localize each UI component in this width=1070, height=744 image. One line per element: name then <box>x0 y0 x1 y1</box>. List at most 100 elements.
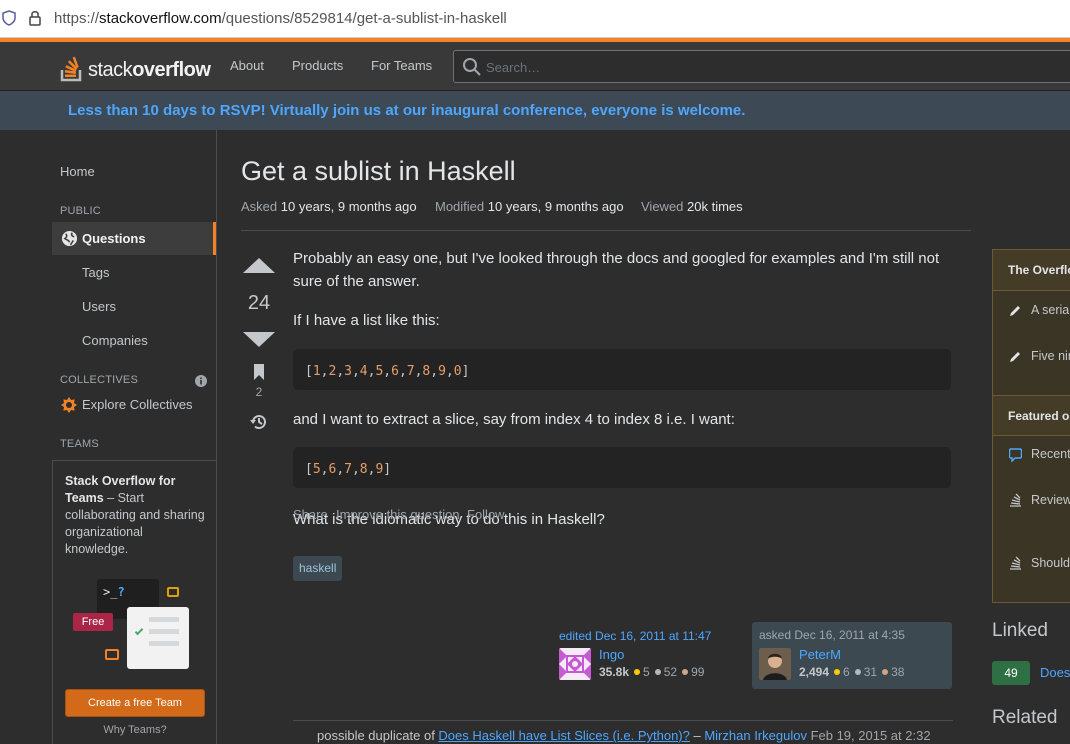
free-badge: Free <box>73 613 113 631</box>
site-logo[interactable]: stackoverflow <box>60 50 211 82</box>
asked-signature: asked Dec 16, 2011 at 4:35 PeterM 2,494 6… <box>752 622 952 689</box>
browser-url-bar[interactable]: https://stackoverflow.com/questions/8529… <box>0 0 1070 38</box>
url-text[interactable]: https://stackoverflow.com/questions/8529… <box>54 10 507 27</box>
overflow-blog-widget: The Overflow Blog A serial entrepreneur … <box>992 249 1070 603</box>
code-number: 2 <box>328 364 337 379</box>
nav-products[interactable]: Products <box>292 58 343 73</box>
nav-users[interactable]: Users <box>82 299 116 314</box>
improve-question-link[interactable]: Improve this question <box>336 507 460 522</box>
featured-item[interactable]: Recent Color Contrast Changes and Access… <box>1031 446 1070 463</box>
collectives-icon <box>61 397 77 413</box>
question-paragraph: If I have a list like this: <box>293 312 440 329</box>
avatar[interactable] <box>559 648 591 680</box>
follow-link[interactable]: Follow <box>467 507 505 522</box>
nav-explore-collectives[interactable]: Explore Collectives <box>82 397 193 412</box>
share-link[interactable]: Share <box>293 507 328 522</box>
pencil-icon <box>1010 306 1020 316</box>
linked-heading: Linked <box>992 620 1048 641</box>
stack-icon <box>1010 556 1021 570</box>
code-number: 3 <box>344 364 352 379</box>
edited-signature: edited Dec 16, 2011 at 11:47 Ingo 35.8k 5… <box>556 625 746 689</box>
info-icon[interactable] <box>195 375 207 387</box>
left-sidebar: Home PUBLIC Questions Tags Users Compani… <box>0 130 217 744</box>
chat-bubble-icon <box>1009 448 1022 462</box>
announcement-banner: Less than 10 days to RSVP! Virtually joi… <box>0 91 1070 130</box>
history-icon[interactable] <box>249 412 269 432</box>
code-number: 1 <box>312 364 321 379</box>
modified-meta: Modified 10 years, 9 months ago <box>435 199 624 214</box>
nav-for-teams[interactable]: For Teams <box>371 58 432 73</box>
teams-illustration: >_? Free <box>71 579 191 669</box>
shield-icon <box>2 10 16 26</box>
nav-about[interactable]: About <box>230 58 264 73</box>
nav-companies[interactable]: Companies <box>82 333 148 348</box>
stack-icon <box>1010 493 1021 507</box>
search-input[interactable]: Search… <box>453 50 1070 83</box>
blog-item[interactable]: Five nines of burnout <box>1031 348 1070 365</box>
code-number: 4 <box>359 364 368 379</box>
section-teams: TEAMS <box>60 438 99 450</box>
tag-haskell[interactable]: haskell <box>293 556 343 581</box>
avatar[interactable] <box>759 648 791 680</box>
create-free-team-button[interactable]: Create a free Team <box>65 689 205 717</box>
editor-name[interactable]: Ingo <box>599 647 624 662</box>
asked-date: asked Dec 16, 2011 at 4:35 <box>759 628 905 642</box>
teams-promo-text: Stack Overflow for Teams – Start collabo… <box>65 474 205 556</box>
code-number: 8 <box>422 364 431 379</box>
featured-meta-title: Featured on Meta <box>993 395 1070 436</box>
banner-link[interactable]: Less than 10 days to RSVP! Virtually joi… <box>68 102 745 119</box>
nav-tags[interactable]: Tags <box>82 265 109 280</box>
search-icon <box>463 58 481 76</box>
divider <box>241 230 971 231</box>
editor-reputation: 35.8k 5 52 99 <box>599 665 705 679</box>
stackoverflow-logo-icon <box>60 56 82 82</box>
code-number: 6 <box>391 364 399 379</box>
why-teams-link[interactable]: Why Teams? <box>53 724 217 736</box>
related-heading: Related <box>992 707 1058 728</box>
edited-date-link[interactable]: edited Dec 16, 2011 at 11:47 <box>559 629 711 643</box>
asker-name[interactable]: PeterM <box>799 647 841 662</box>
code-number: 0 <box>453 364 462 379</box>
comment: possible duplicate of Does Haskell have … <box>317 728 931 743</box>
search-placeholder: Search… <box>486 60 541 75</box>
duplicate-link[interactable]: Does Haskell have List Slices (i.e. Pyth… <box>438 728 689 743</box>
teams-promo: Stack Overflow for Teams – Start collabo… <box>52 460 216 744</box>
nav-home[interactable]: Home <box>60 164 95 179</box>
lock-icon <box>29 11 41 26</box>
overflow-blog-title: The Overflow Blog <box>993 250 1070 291</box>
downvote-icon[interactable] <box>241 331 277 349</box>
bookmark-icon[interactable] <box>253 364 265 380</box>
pencil-icon <box>1010 352 1020 362</box>
code-number: 6 <box>328 462 337 477</box>
featured-item[interactable]: Should we burninate the [choose] tag? an… <box>1031 555 1070 572</box>
code-number: 5 <box>312 462 321 477</box>
code-block: [5,6,7,8,9] <box>293 447 951 488</box>
question-paragraph: Probably an easy one, but I've looked th… <box>293 250 940 290</box>
nav-questions-label: Questions <box>82 231 146 246</box>
question-title[interactable]: Get a sublist in Haskell <box>241 156 516 187</box>
linked-score-badge: 49 <box>992 661 1030 685</box>
linked-question-link[interactable]: Does <box>1040 665 1070 680</box>
code-block: [1,2,3,4,5,6,7,8,9,0] <box>293 349 951 390</box>
asked-meta: Asked 10 years, 9 months ago <box>241 199 417 214</box>
upvote-icon[interactable] <box>241 256 277 274</box>
code-number: 7 <box>406 364 415 379</box>
divider <box>293 720 953 721</box>
globe-icon <box>61 230 78 247</box>
top-bar: stackoverflow About Products For Teams S… <box>0 42 1070 91</box>
featured-item[interactable]: Reviewer overboard! Or a request to impr… <box>1031 492 1070 509</box>
section-public: PUBLIC <box>60 205 101 217</box>
comment-user[interactable]: Mirzhan Irkegulov <box>704 728 807 743</box>
main-content: Get a sublist in Haskell Asked 10 years,… <box>218 130 1070 744</box>
asker-reputation: 2,494 6 31 38 <box>799 665 905 679</box>
nav-questions[interactable]: Questions <box>52 222 216 255</box>
viewed-meta: Viewed 20k times <box>641 199 743 214</box>
code-number: 7 <box>344 462 352 477</box>
vote-score: 24 <box>247 292 271 314</box>
code-number: 9 <box>438 364 446 379</box>
section-collectives: COLLECTIVES <box>60 374 139 386</box>
blog-item[interactable]: A serial entrepreneur finally embraces o… <box>1031 302 1070 319</box>
code-number: 9 <box>375 462 384 477</box>
bookmark-count: 2 <box>255 385 263 399</box>
code-number: 8 <box>359 462 368 477</box>
